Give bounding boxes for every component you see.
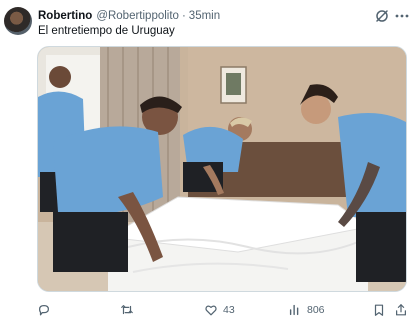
bookmark-icon (374, 304, 384, 316)
retweet-icon (121, 305, 133, 315)
tweet-header: Robertino @Robertippolito · 35min (38, 8, 220, 24)
views-button[interactable]: 806 (288, 300, 325, 320)
share-button[interactable] (394, 300, 408, 320)
reply-icon (39, 305, 49, 316)
retweet-button[interactable] (120, 300, 139, 320)
bookmark-button[interactable] (372, 300, 386, 320)
more-icon[interactable] (394, 8, 410, 24)
author-handle[interactable]: @Robertippolito (96, 10, 179, 22)
tweet-card[interactable]: Robertino @Robertippolito · 35min El ent… (0, 0, 420, 326)
tweet-image[interactable] (37, 46, 407, 292)
reply-button[interactable] (37, 300, 56, 320)
tweet-text: El entretiempo de Uruguay (38, 25, 175, 37)
like-button[interactable]: 43 (204, 300, 235, 320)
views-count: 806 (307, 304, 325, 316)
share-icon (396, 304, 406, 316)
tweet-time[interactable]: 35min (189, 10, 220, 22)
header-separator: · (181, 10, 186, 22)
action-bar: 43 806 (0, 300, 420, 320)
like-count: 43 (223, 304, 235, 316)
views-icon (289, 304, 299, 316)
author-name[interactable]: Robertino (38, 10, 92, 22)
avatar[interactable] (4, 7, 32, 35)
grok-icon[interactable] (374, 8, 390, 24)
like-icon (205, 305, 217, 316)
